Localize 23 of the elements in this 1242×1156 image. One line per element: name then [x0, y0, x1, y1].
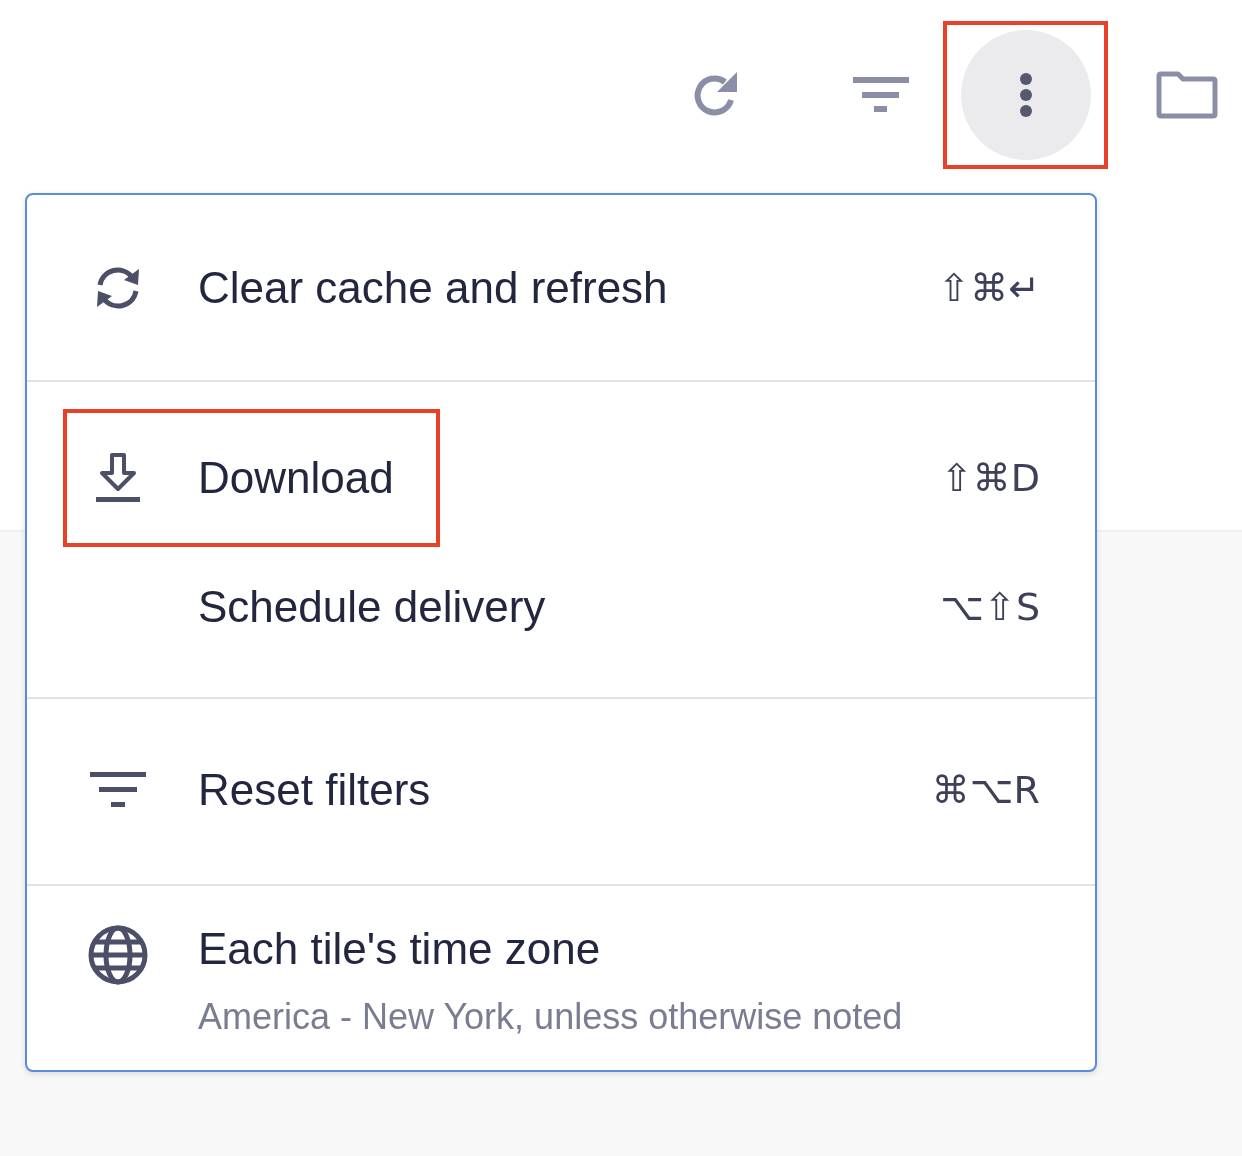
- shortcut-text: ⇧⌘D: [940, 456, 1040, 500]
- filter-button[interactable]: [853, 75, 909, 115]
- menu-label: Reset filters: [198, 765, 431, 815]
- shortcut-text: ⌥⇧S: [940, 585, 1040, 629]
- menu-label: Schedule delivery: [198, 582, 546, 632]
- menu-label: Each tile's time zone: [198, 924, 602, 974]
- filter-icon: [853, 75, 909, 115]
- shortcut-text: ⌘⌥R: [931, 768, 1040, 812]
- menu-item[interactable]: Schedule delivery ⌥⇧S: [27, 547, 1095, 667]
- menu-label: Clear cache and refresh: [198, 262, 668, 313]
- folder-icon: [1156, 71, 1218, 119]
- folder-button[interactable]: [1156, 71, 1218, 119]
- menu-item[interactable]: Reset filters ⌘⌥R: [27, 726, 1095, 854]
- download-icon: [96, 453, 140, 503]
- menu-item[interactable]: Download ⇧⌘D: [27, 409, 1095, 547]
- menu-item[interactable]: Clear cache and refresh ⇧⌘↵: [27, 195, 1095, 380]
- menu-detail: America - New York, unless otherwise noted: [198, 996, 903, 1038]
- more-icon: [1018, 73, 1033, 117]
- shortcut-text: ⇧⌘↵: [938, 265, 1040, 310]
- menu-item[interactable]: Each tile's time zone America - New York, unless otherwise noted: [27, 920, 1095, 1042]
- filter-icon: [90, 771, 146, 809]
- menu-label: Download: [198, 453, 394, 503]
- globe-icon: [87, 924, 149, 986]
